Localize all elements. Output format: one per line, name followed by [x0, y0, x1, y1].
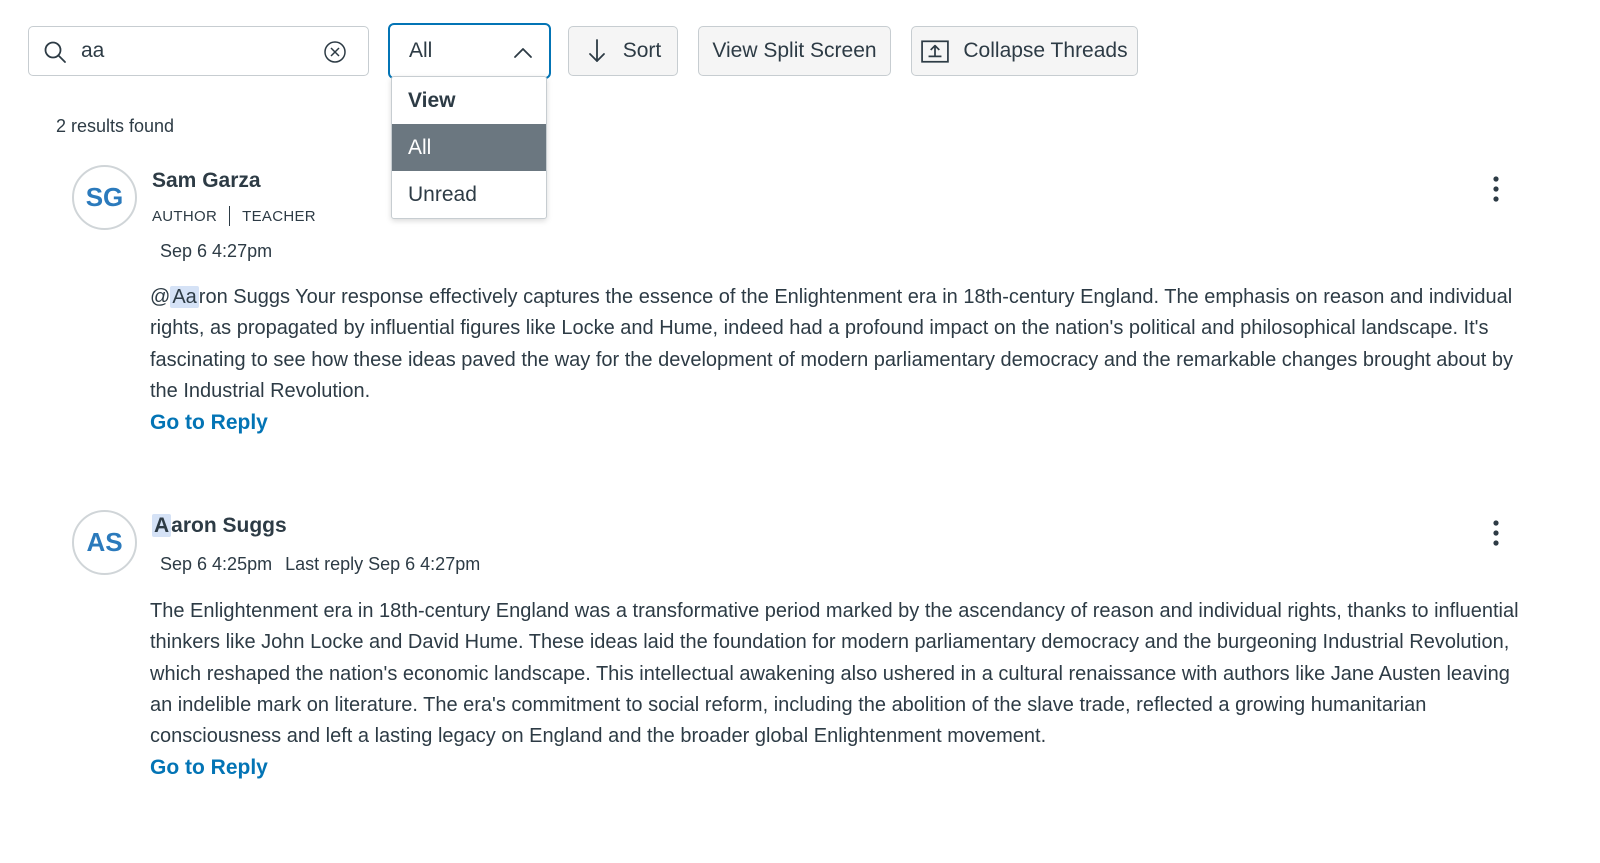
view-option-unread[interactable]: Unread — [392, 171, 546, 218]
role-divider — [229, 206, 231, 226]
go-to-reply-link[interactable]: Go to Reply — [150, 411, 268, 435]
collapse-icon — [921, 40, 950, 63]
view-filter-dropdown: View All Unread — [391, 76, 547, 219]
search-highlight: A — [152, 514, 172, 537]
post-date: Sep 6 4:25pm Last reply Sep 6 4:27pm — [160, 554, 480, 575]
author-name-rest: aron Suggs — [171, 514, 287, 537]
body-prefix: @ — [150, 286, 171, 308]
sort-button[interactable]: Sort — [568, 26, 678, 76]
search-box[interactable] — [28, 26, 369, 76]
view-option-all[interactable]: All — [392, 124, 546, 171]
view-filter-value: All — [409, 39, 433, 62]
view-filter-select[interactable]: All — [388, 23, 551, 79]
collapse-threads-button[interactable]: Collapse Threads — [911, 26, 1138, 76]
role-author: AUTHOR — [152, 207, 218, 225]
search-highlight: Aa — [170, 286, 199, 308]
post-timestamp: Sep 6 4:25pm — [160, 554, 273, 574]
search-icon — [44, 41, 66, 63]
more-options-icon[interactable] — [1480, 172, 1512, 206]
author-roles: AUTHOR TEACHER — [152, 206, 316, 226]
view-filter-header: View — [408, 89, 456, 112]
results-count: 2 results found — [56, 116, 175, 136]
author-name[interactable]: Aaron Suggs — [152, 514, 287, 538]
discussion-toolbar: All Sort View Split Screen Collapse Thre… — [28, 23, 1568, 79]
sort-label: Sort — [622, 39, 662, 62]
avatar[interactable]: AS — [72, 510, 137, 575]
post-body: @ Aa ron Suggs Your response effectively c… — [150, 282, 1535, 407]
post-date: Sep 6 4:27pm — [160, 241, 272, 262]
view-split-screen-label: View Split Screen — [712, 39, 877, 62]
role-teacher: TEACHER — [242, 207, 316, 225]
view-split-screen-button[interactable]: View Split Screen — [698, 26, 891, 76]
last-reply-timestamp: Last reply Sep 6 4:27pm — [285, 554, 481, 574]
author-name[interactable]: Sam Garza — [152, 169, 261, 193]
arrow-down-icon — [588, 39, 605, 62]
post-timestamp: Sep 6 4:27pm — [160, 241, 273, 261]
search-input[interactable] — [81, 39, 311, 63]
collapse-threads-label: Collapse Threads — [963, 39, 1128, 62]
go-to-reply-link[interactable]: Go to Reply — [150, 756, 268, 780]
avatar[interactable]: SG — [72, 165, 137, 230]
more-options-icon[interactable] — [1480, 516, 1512, 550]
clear-search-icon[interactable] — [323, 40, 347, 64]
post-body: The Enlightenment era in 18th-century En… — [150, 600, 1519, 748]
body-text: ron Suggs Your response effectively capt… — [150, 286, 1514, 402]
chevron-up-icon — [514, 48, 532, 58]
